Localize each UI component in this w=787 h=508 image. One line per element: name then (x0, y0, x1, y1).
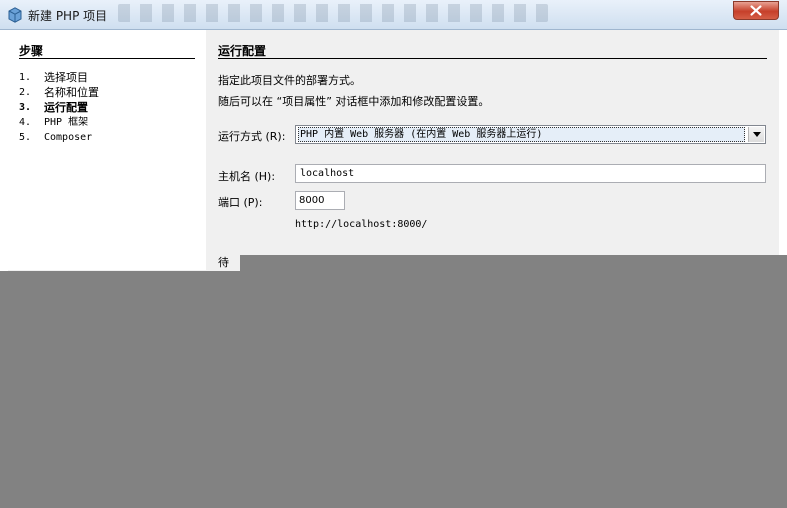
server-url: http://localhost:8000/ (295, 219, 428, 230)
title-bar: 新建 PHP 项目 (0, 0, 787, 30)
gray-overlay-left (0, 271, 242, 508)
section-divider (218, 58, 767, 59)
steps-title: 步骤 (19, 44, 44, 58)
netbeans-cube-icon (8, 7, 22, 23)
steps-divider (19, 58, 195, 59)
partial-label: 待 (218, 256, 229, 269)
background-toolbar (118, 4, 548, 22)
run-as-select[interactable]: PHP 内置 Web 服务器 (在内置 Web 服务器上运行) (295, 125, 766, 144)
gray-overlay-right (240, 255, 787, 508)
hostname-label: 主机名 (H): (218, 170, 276, 183)
chevron-down-icon[interactable] (748, 127, 764, 142)
description-line-2: 随后可以在 “项目属性” 对话框中添加和修改配置设置。 (218, 95, 490, 108)
close-icon (750, 5, 762, 16)
window-title: 新建 PHP 项目 (28, 9, 108, 23)
description-line-1: 指定此项目文件的部署方式。 (218, 74, 361, 87)
steps-panel: 步骤 1. 选择项目 2. 名称和位置 3. 运行配置 4. PHP 框架 5.… (8, 30, 206, 270)
close-button[interactable] (733, 1, 779, 20)
port-input[interactable]: 8000 (295, 191, 345, 210)
section-title: 运行配置 (218, 44, 267, 58)
hostname-input[interactable]: localhost (295, 164, 766, 183)
run-as-selected-value: PHP 内置 Web 服务器 (在内置 Web 服务器上运行) (298, 127, 745, 142)
port-label: 端口 (P): (218, 196, 263, 209)
run-as-label: 运行方式 (R): (218, 130, 286, 143)
config-panel: 运行配置 指定此项目文件的部署方式。 随后可以在 “项目属性” 对话框中添加和修… (206, 30, 779, 270)
